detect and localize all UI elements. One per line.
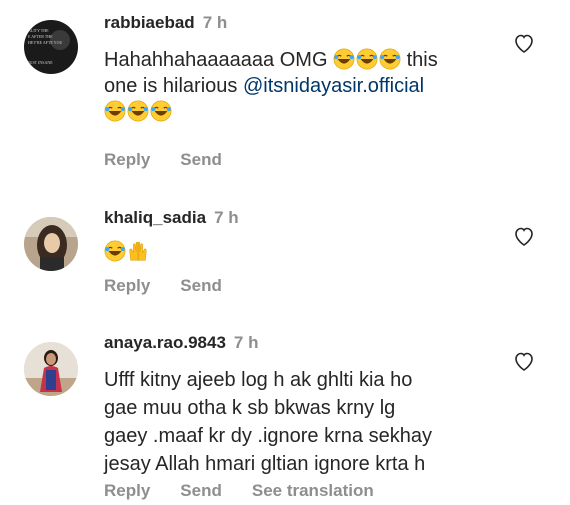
- timestamp: 7 h: [214, 208, 239, 227]
- username[interactable]: rabbiaebad: [104, 13, 195, 32]
- laughing-emoji-icon: [333, 48, 355, 70]
- comment-meta: rabbiaebad 7 h: [104, 13, 227, 33]
- laughing-emoji-icon: [127, 100, 149, 122]
- avatar[interactable]: ALITY THE E AFTER THE HEY'RE AFTE YOU JU…: [24, 20, 78, 74]
- avatar-text-1: ALITY THE: [28, 28, 49, 33]
- comment-line-1: Hahahhahaaaaaaa OMG this: [104, 47, 494, 73]
- comment-line-4: jesay Allah hmari gltian ignore krta h: [104, 453, 426, 475]
- comment-text-part: Hahahhahaaaaaaa OMG: [104, 49, 328, 71]
- username[interactable]: anaya.rao.9843: [104, 333, 226, 352]
- comment-line-3: gaey .maaf kr dy .ignore krna sekhay: [104, 425, 432, 447]
- emoji-group: [104, 100, 172, 122]
- like-heart-icon[interactable]: [512, 31, 536, 55]
- emoji-group: [104, 240, 149, 262]
- mention-link[interactable]: @itsnidayasir.official: [243, 75, 424, 97]
- comment-text: Ufff kitny ajeeb log h ak ghlti kia ho g…: [104, 366, 504, 478]
- reply-button[interactable]: Reply: [104, 150, 150, 169]
- comment-text-part: this: [406, 49, 438, 71]
- comment-text: Hahahhahaaaaaaa OMG this one is hilariou…: [104, 47, 494, 125]
- avatar-image: [24, 342, 78, 396]
- comment-actions: Reply Send See translation: [104, 481, 404, 501]
- comment-line-2: one is hilarious @itsnidayasir.official: [104, 73, 494, 99]
- avatar-image: ALITY THE E AFTER THE HEY'RE AFTE YOU JU…: [24, 20, 78, 74]
- avatar-text-3: HEY'RE AFTE YOU: [28, 40, 62, 45]
- send-button[interactable]: Send: [180, 276, 222, 295]
- laughing-emoji-icon: [356, 48, 378, 70]
- comment-text-part: one is hilarious: [104, 75, 238, 97]
- like-heart-icon[interactable]: [512, 224, 536, 248]
- send-button[interactable]: Send: [180, 481, 222, 500]
- comment-meta: khaliq_sadia 7 h: [104, 208, 239, 228]
- comment-text: [104, 239, 494, 265]
- comment-line-3: [104, 99, 494, 125]
- laughing-emoji-icon: [104, 240, 126, 262]
- comment-actions: Reply Send: [104, 150, 252, 170]
- see-translation-button[interactable]: See translation: [252, 481, 374, 500]
- comment-line-2: gae muu otha k sb bkwas krny lg: [104, 397, 396, 419]
- avatar[interactable]: [24, 217, 78, 271]
- reply-button[interactable]: Reply: [104, 276, 150, 295]
- username[interactable]: khaliq_sadia: [104, 208, 206, 227]
- raised-hands-emoji-icon: [129, 241, 147, 261]
- avatar-text-2: E AFTER THE: [28, 34, 53, 39]
- avatar-image: [24, 217, 78, 271]
- send-button[interactable]: Send: [180, 150, 222, 169]
- laughing-emoji-icon: [104, 100, 126, 122]
- avatar-text-4: JUST INSANE: [28, 60, 53, 65]
- comment-line-1: Ufff kitny ajeeb log h ak ghlti kia ho: [104, 369, 413, 391]
- comment-meta: anaya.rao.9843 7 h: [104, 333, 258, 353]
- avatar[interactable]: [24, 342, 78, 396]
- timestamp: 7 h: [202, 13, 228, 32]
- laughing-emoji-icon: [379, 48, 401, 70]
- reply-button[interactable]: Reply: [104, 481, 150, 500]
- laughing-emoji-icon: [150, 100, 172, 122]
- emoji-group: [333, 48, 401, 70]
- like-heart-icon[interactable]: [512, 349, 536, 373]
- comment-actions: Reply Send: [104, 276, 252, 296]
- timestamp: 7 h: [233, 333, 259, 352]
